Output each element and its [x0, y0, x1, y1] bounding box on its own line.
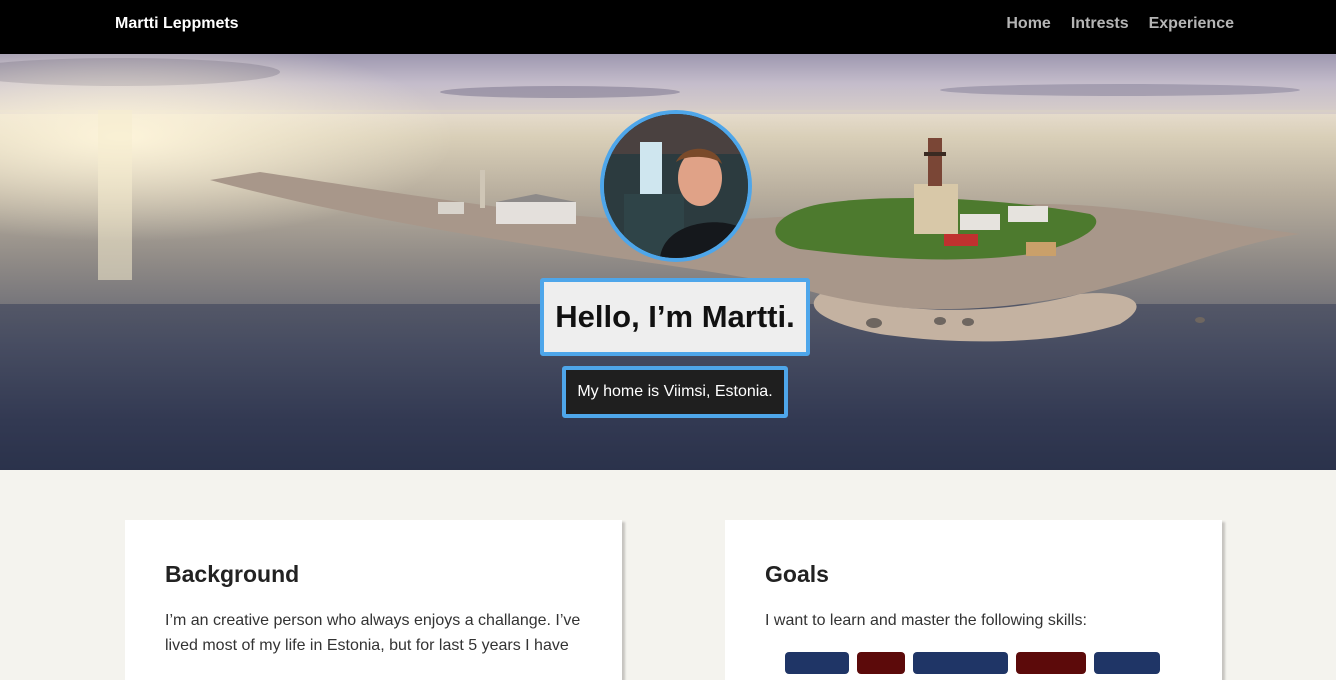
hero-title-box: Hello, I’m Martti. — [540, 278, 810, 356]
hero-subtitle: My home is Viimsi, Estonia. — [577, 383, 773, 400]
goals-card: Goals I want to learn and master the fol… — [725, 520, 1222, 680]
background-text: I’m an creative person who always enjoys… — [165, 612, 581, 654]
skill-badge — [913, 652, 1008, 674]
hero-subtitle-box: My home is Viimsi, Estonia. — [562, 366, 788, 418]
skill-badge — [1094, 652, 1160, 674]
brand-link[interactable]: Martti Leppmets — [115, 15, 239, 33]
skill-badge — [785, 652, 849, 674]
nav-links: Home Intrests Experience — [1006, 15, 1234, 33]
nav-link-experience[interactable]: Experience — [1149, 15, 1234, 33]
goals-text: I want to learn and master the following… — [765, 612, 1087, 629]
skill-badge — [857, 652, 905, 674]
nav-link-intrests[interactable]: Intrests — [1071, 15, 1129, 33]
nav-link-home[interactable]: Home — [1006, 15, 1050, 33]
profile-avatar — [600, 110, 752, 262]
hero-banner: Hello, I’m Martti. My home is Viimsi, Es… — [0, 54, 1336, 470]
background-card: Background I’m an creative person who al… — [125, 520, 622, 680]
skills-list — [785, 652, 1160, 674]
hero-title: Hello, I’m Martti. — [555, 299, 795, 334]
navbar: Martti Leppmets Home Intrests Experience — [0, 0, 1336, 54]
skill-badge — [1016, 652, 1086, 674]
background-heading: Background — [165, 561, 300, 587]
profile-photo — [604, 114, 748, 258]
goals-heading: Goals — [765, 561, 829, 587]
